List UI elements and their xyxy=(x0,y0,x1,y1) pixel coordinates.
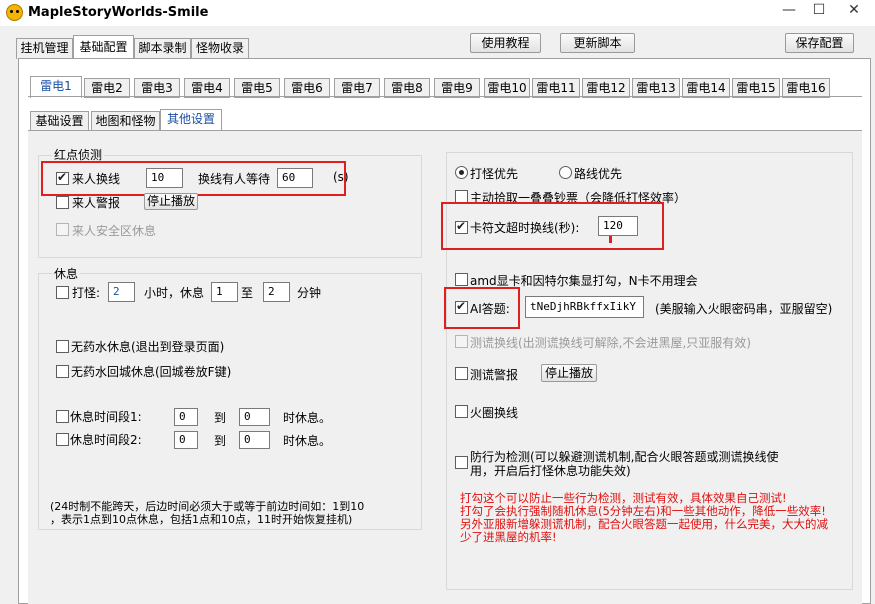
amd-gpu-checkbox[interactable] xyxy=(455,273,468,286)
rest-period2-checkbox[interactable] xyxy=(56,433,69,446)
lie-alarm-label: 测谎警报 xyxy=(470,368,519,382)
safe-zone-rest-checkbox[interactable] xyxy=(56,223,69,236)
priority-hunt-label: 打怪优先 xyxy=(470,167,519,181)
rest-period1-label: 休息时间段1: xyxy=(70,410,142,424)
safe-zone-rest-label: 来人安全区休息 xyxy=(72,224,157,238)
hunt-rest-label: 打怪: xyxy=(72,286,101,300)
char-tab-10[interactable]: 雷电10 xyxy=(484,78,530,98)
priority-hunt-radio[interactable] xyxy=(455,166,468,179)
tab-basic-config[interactable]: 基础配置 xyxy=(73,35,134,59)
subtab-map-monster[interactable]: 地图和怪物 xyxy=(91,111,160,131)
rest-period1-from-input[interactable]: 0 xyxy=(174,408,198,426)
priority-path-label: 路线优先 xyxy=(574,167,623,181)
rest-period1-suffix: 时休息。 xyxy=(283,411,332,425)
minimize-button[interactable]: — xyxy=(774,0,804,22)
rest-period-note: (24时制不能跨天，后边时间必须大于或等于前边时间如：1到10 ，表示1点到10… xyxy=(50,500,365,526)
player-alarm-checkbox[interactable] xyxy=(56,196,69,209)
char-tab-16[interactable]: 雷电16 xyxy=(782,78,830,98)
minutes-label: 分钟 xyxy=(297,286,322,300)
char-tab-divider xyxy=(28,96,862,97)
lie-stop-play-button[interactable]: 停止播放 xyxy=(541,364,597,382)
char-tab-2[interactable]: 雷电2 xyxy=(84,78,130,98)
highlight-box-rune xyxy=(441,202,664,250)
char-tab-6[interactable]: 雷电6 xyxy=(284,78,330,98)
char-tab-5[interactable]: 雷电5 xyxy=(234,78,280,98)
rest-period2-suffix: 时休息。 xyxy=(283,434,332,448)
rest-period1-to-label: 到 xyxy=(214,411,227,425)
rest-period1-checkbox[interactable] xyxy=(56,410,69,423)
char-tab-12[interactable]: 雷电12 xyxy=(582,78,630,98)
anti-detect-label: 防行为检测(可以躲避测谎机制,配合火眼答题或测谎换线使 用，开启后打怪休息功能失… xyxy=(470,450,779,478)
hunt-rest-checkbox[interactable] xyxy=(56,286,69,299)
subtab-other-settings[interactable]: 其他设置 xyxy=(160,109,222,131)
subtab-basic-settings[interactable]: 基础设置 xyxy=(30,111,89,131)
highlight-box-ai xyxy=(444,287,520,329)
rest-max-input[interactable]: 2 xyxy=(263,282,290,302)
tab-script-record[interactable]: 脚本录制 xyxy=(134,38,191,59)
anti-detect-checkbox[interactable] xyxy=(455,456,468,469)
char-tab-11[interactable]: 雷电11 xyxy=(532,78,580,98)
player-alarm-label: 来人警报 xyxy=(72,196,121,210)
rest-group xyxy=(38,273,422,530)
maximize-button[interactable]: ☐ xyxy=(804,0,834,22)
char-tab-9[interactable]: 雷电9 xyxy=(434,78,480,98)
rest-period2-to-label: 到 xyxy=(214,434,227,448)
tab-monster-record[interactable]: 怪物收录 xyxy=(191,38,249,59)
ai-password-input[interactable]: tNeDjhRBkffxIikY xyxy=(525,296,644,318)
close-button[interactable]: ✕ xyxy=(836,0,872,22)
update-script-button[interactable]: 更新脚本 xyxy=(560,33,635,53)
no-potion-town-label: 无药水回城休息(回城卷放F键) xyxy=(71,365,232,379)
lie-switch-label: 测谎换线(出测谎换线可解除,不会进黑屋,只亚服有效) xyxy=(470,336,751,350)
window-title: MapleStoryWorlds-Smile xyxy=(28,5,209,20)
char-tab-4[interactable]: 雷电4 xyxy=(184,78,230,98)
rest-to-label: 至 xyxy=(241,286,254,300)
char-tab-7[interactable]: 雷电7 xyxy=(334,78,380,98)
no-potion-logout-checkbox[interactable] xyxy=(56,340,69,353)
rest-period2-to-input[interactable]: 0 xyxy=(239,431,270,449)
no-potion-town-checkbox[interactable] xyxy=(56,365,69,378)
tab-hang-management[interactable]: 挂机管理 xyxy=(16,38,73,59)
char-tab-13[interactable]: 雷电13 xyxy=(632,78,680,98)
hours-rest-label: 小时，休息 xyxy=(144,286,205,300)
lie-switch-checkbox[interactable] xyxy=(455,335,468,348)
app-icon xyxy=(6,4,23,21)
rest-min-input[interactable]: 1 xyxy=(211,282,238,302)
rest-period2-from-input[interactable]: 0 xyxy=(174,431,198,449)
ai-answer-hint: (美服输入火眼密码串，亚服留空) xyxy=(655,302,833,316)
title-bar: MapleStoryWorlds-Smile — ☐ ✕ xyxy=(0,0,875,26)
char-tab-14[interactable]: 雷电14 xyxy=(682,78,730,98)
hunt-hours-input[interactable]: 2 xyxy=(108,282,135,302)
rest-period2-label: 休息时间段2: xyxy=(70,433,142,447)
no-potion-logout-label: 无药水休息(退出到登录页面) xyxy=(71,340,225,354)
tutorial-button[interactable]: 使用教程 xyxy=(470,33,541,53)
priority-path-radio[interactable] xyxy=(559,166,572,179)
char-tab-3[interactable]: 雷电3 xyxy=(134,78,180,98)
save-config-button[interactable]: 保存配置 xyxy=(785,33,854,53)
rest-period1-to-input[interactable]: 0 xyxy=(239,408,270,426)
stop-play-button[interactable]: 停止播放 xyxy=(144,193,198,210)
anti-detect-warning: 打勾这个可以防止一些行为检测，测试有效，具体效果自己测试! 打勾了会执行强制随机… xyxy=(460,491,828,544)
char-tab-8[interactable]: 雷电8 xyxy=(384,78,430,98)
highlight-box-switch xyxy=(41,161,346,196)
fire-ring-checkbox[interactable] xyxy=(455,405,468,418)
char-tab-1[interactable]: 雷电1 xyxy=(30,76,82,98)
char-tab-15[interactable]: 雷电15 xyxy=(732,78,780,98)
fire-ring-label: 火圈换线 xyxy=(470,406,519,420)
rest-group-title: 休息 xyxy=(52,265,81,282)
lie-alarm-checkbox[interactable] xyxy=(455,367,468,380)
